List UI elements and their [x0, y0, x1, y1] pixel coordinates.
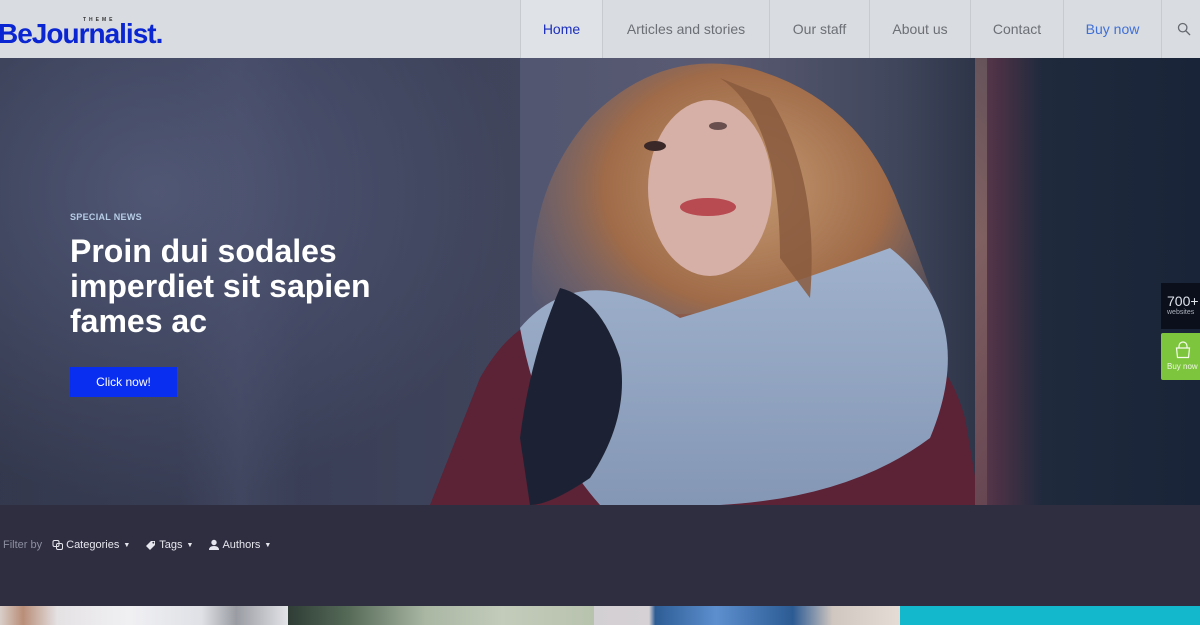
tag-icon	[146, 541, 156, 550]
categories-icon	[52, 540, 64, 550]
hero-background-tree	[975, 58, 1200, 505]
websites-label: websites	[1167, 309, 1195, 316]
user-icon	[209, 539, 220, 550]
hero-title[interactable]: Proin dui sodales imperdiet sit sapien f…	[70, 234, 430, 339]
filter-categories-label: Categories	[66, 539, 120, 551]
nav-about-us[interactable]: About us	[869, 0, 970, 58]
buy-now-widget[interactable]: Buy now	[1161, 333, 1200, 380]
filter-label: Filter by	[3, 539, 43, 551]
article-thumbnail[interactable]	[0, 606, 288, 625]
hero-photo-woman	[430, 63, 980, 505]
nav-contact[interactable]: Contact	[970, 0, 1063, 58]
nav-our-staff[interactable]: Our staff	[769, 0, 869, 58]
article-thumbnails	[0, 606, 1200, 625]
filter-authors[interactable]: Authors ▼	[208, 539, 271, 551]
filter-row: Filter by Categories ▼ Tags ▼ Authors ▼	[3, 539, 286, 551]
buy-now-label: Buy now	[1167, 362, 1198, 371]
search-button[interactable]	[1161, 0, 1200, 58]
main-nav: Home Articles and stories Our staff Abou…	[520, 0, 1200, 58]
filter-categories[interactable]: Categories ▼	[52, 539, 130, 551]
nav-home[interactable]: Home	[520, 0, 602, 58]
shopping-bag-icon	[1175, 341, 1191, 359]
chevron-down-icon: ▼	[264, 541, 272, 549]
hero-kicker: SPECIAL NEWS	[70, 212, 142, 222]
filter-authors-label: Authors	[222, 539, 261, 551]
filter-tags-label: Tags	[159, 539, 183, 551]
site-header: THEME BeJournalist. Home Articles and st…	[0, 0, 1200, 58]
chevron-down-icon: ▼	[123, 541, 131, 549]
click-now-button[interactable]: Click now!	[70, 367, 177, 397]
article-thumbnail[interactable]	[900, 606, 1200, 625]
filter-tags[interactable]: Tags ▼	[145, 539, 193, 551]
websites-count-widget[interactable]: 700+ websites	[1161, 283, 1200, 329]
hero-banner: SPECIAL NEWS Proin dui sodales imperdiet…	[0, 58, 1200, 505]
hero-content: SPECIAL NEWS Proin dui sodales imperdiet…	[70, 212, 430, 397]
article-thumbnail[interactable]	[288, 606, 594, 625]
article-thumbnail[interactable]	[594, 606, 900, 625]
chevron-down-icon: ▼	[186, 541, 194, 549]
hero-background-tree-edge	[975, 58, 987, 505]
search-icon	[1177, 22, 1191, 36]
filter-bar: Filter by Categories ▼ Tags ▼ Authors ▼	[0, 505, 1200, 606]
nav-articles-and-stories[interactable]: Articles and stories	[602, 0, 769, 58]
websites-count: 700+	[1167, 293, 1199, 309]
nav-buy-now[interactable]: Buy now	[1063, 0, 1161, 58]
logo-text: BeJournalist.	[0, 18, 163, 49]
